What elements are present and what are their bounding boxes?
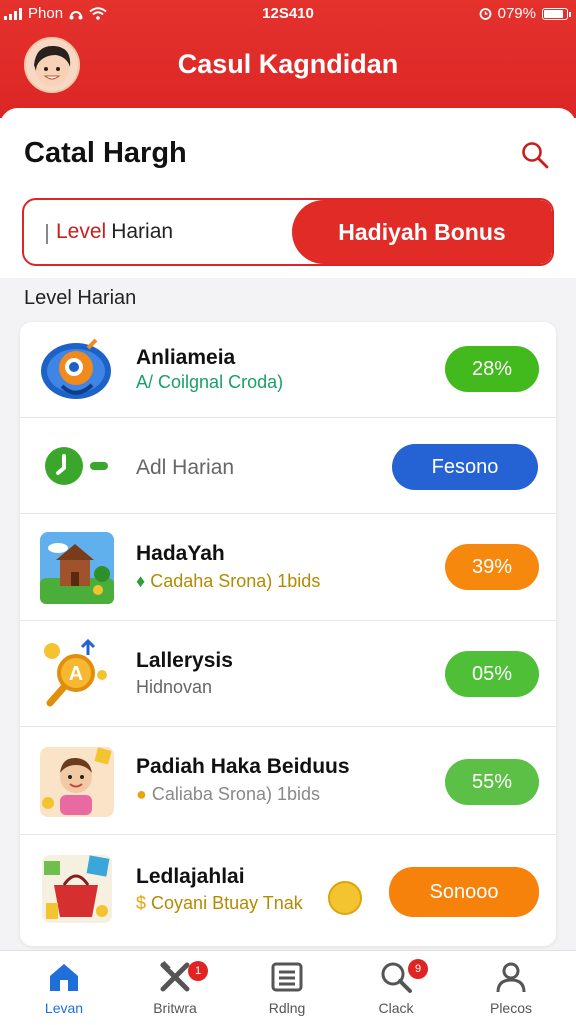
list-item[interactable]: Ledlajahlai $ Coyani Btuay Tnak Sonooo: [20, 834, 556, 946]
notification-badge: 1: [188, 961, 208, 981]
item-subtitle-text: Coyani Btuay Tnak: [151, 893, 303, 913]
globe-icon: [38, 330, 116, 408]
tag-icon: ♦: [136, 571, 146, 591]
search-button[interactable]: [520, 140, 550, 170]
coin-icon: ●: [136, 784, 147, 804]
item-action-button[interactable]: 39%: [445, 544, 539, 590]
item-action-button[interactable]: 28%: [445, 346, 539, 392]
battery-percent: 079%: [497, 5, 536, 22]
item-subtitle-text: Cadaha Srona) 1bids: [150, 571, 321, 591]
list-item[interactable]: A Lallerysis Hidnovan 05%: [20, 620, 556, 726]
user-icon: [496, 962, 526, 993]
tab-label: Clack: [378, 1000, 414, 1016]
kid-rewards-icon: [38, 743, 116, 821]
tab-rdlng[interactable]: Rdlng: [237, 951, 337, 1025]
segment-right-label: Hadiyah Bonus: [338, 218, 506, 245]
cursor-bar: [46, 224, 48, 244]
item-title: HadaYah: [136, 542, 225, 565]
tab-hadiyah-bonus[interactable]: Hadiyah Bonus: [292, 200, 552, 264]
item-title: Padiah Haka Beiduus: [136, 755, 350, 778]
tab-label: Plecos: [489, 1000, 533, 1016]
item-subtitle: A/ Coilgnal Croda): [136, 372, 283, 393]
tab-label: Britwra: [153, 1000, 197, 1016]
tab-plecos[interactable]: Plecos: [461, 951, 561, 1025]
tab-label: Levan: [44, 1000, 84, 1016]
list-item[interactable]: HadaYah ♦ Cadaha Srona) 1bids 39%: [20, 513, 556, 620]
item-action-button[interactable]: Fesono: [392, 444, 538, 490]
item-subtitle-text: Caliaba Srona) 1bids: [151, 784, 320, 804]
segmented-control: Level Harian Hadiyah Bonus: [22, 198, 554, 266]
item-subtitle: $ Coyani Btuay Tnak: [136, 893, 303, 914]
tab-level-harian[interactable]: Level Harian: [24, 200, 324, 264]
app-title: Casul Kagndidan: [177, 49, 399, 79]
segment-left-prefix: Level: [56, 220, 107, 243]
clock-badge-icon: [38, 427, 116, 505]
item-title: Ledlajahlai: [136, 865, 245, 888]
gold-coin-icon: [328, 881, 362, 915]
item-action-button[interactable]: 05%: [445, 651, 539, 697]
tab-label: Rdlng: [268, 1000, 306, 1016]
tools-icon: [160, 961, 190, 992]
dollar-icon: $: [136, 893, 147, 913]
tab-britwra[interactable]: 1 Britwra: [125, 951, 225, 1025]
item-title: Anliameia: [136, 346, 236, 369]
magnifier-coin-icon: A: [38, 635, 116, 713]
tab-clack[interactable]: 9 Clack: [346, 951, 446, 1025]
item-subtitle: ♦ Cadaha Srona) 1bids: [136, 571, 320, 592]
notification-badge: 9: [408, 959, 428, 979]
item-subtitle: Hidnovan: [136, 677, 213, 697]
list-icon: [271, 962, 303, 992]
search-icon: [522, 142, 549, 169]
gift-basket-icon: [38, 851, 116, 929]
item-subtitle-prefix: A/: [136, 372, 154, 392]
page-title: Catal Hargh: [24, 137, 187, 169]
segment-left-label: Harian: [111, 220, 174, 243]
tab-levan[interactable]: Levan: [14, 951, 114, 1025]
list-item[interactable]: Padiah Haka Beiduus ● Caliaba Srona) 1bi…: [20, 726, 556, 834]
bottom-tab-bar: Levan 1 Britwra Rdlng 9 Clack Plecos: [0, 950, 576, 1025]
item-subtitle-text: Coilgnal Croda): [158, 372, 284, 392]
section-title: Level Harian: [24, 287, 137, 309]
item-title: Lallerysis: [136, 649, 233, 672]
item-subtitle: ● Caliaba Srona) 1bids: [136, 784, 320, 805]
alarm-icon: [479, 8, 492, 20]
item-action-button[interactable]: Sonooo: [389, 867, 539, 917]
svg-text:A: A: [69, 663, 83, 685]
item-action-button[interactable]: 55%: [445, 759, 539, 805]
battery-icon: [542, 7, 571, 20]
item-subtitle: Adl Harian: [136, 456, 235, 479]
home-icon: [50, 964, 78, 991]
list-item[interactable]: Anliameia A/ Coilgnal Croda) 28%: [20, 322, 556, 417]
status-bar: Phon 12S410 079%: [0, 0, 576, 30]
list-item[interactable]: Adl Harian Fesono: [20, 417, 556, 513]
house-scene-icon: [38, 530, 116, 608]
